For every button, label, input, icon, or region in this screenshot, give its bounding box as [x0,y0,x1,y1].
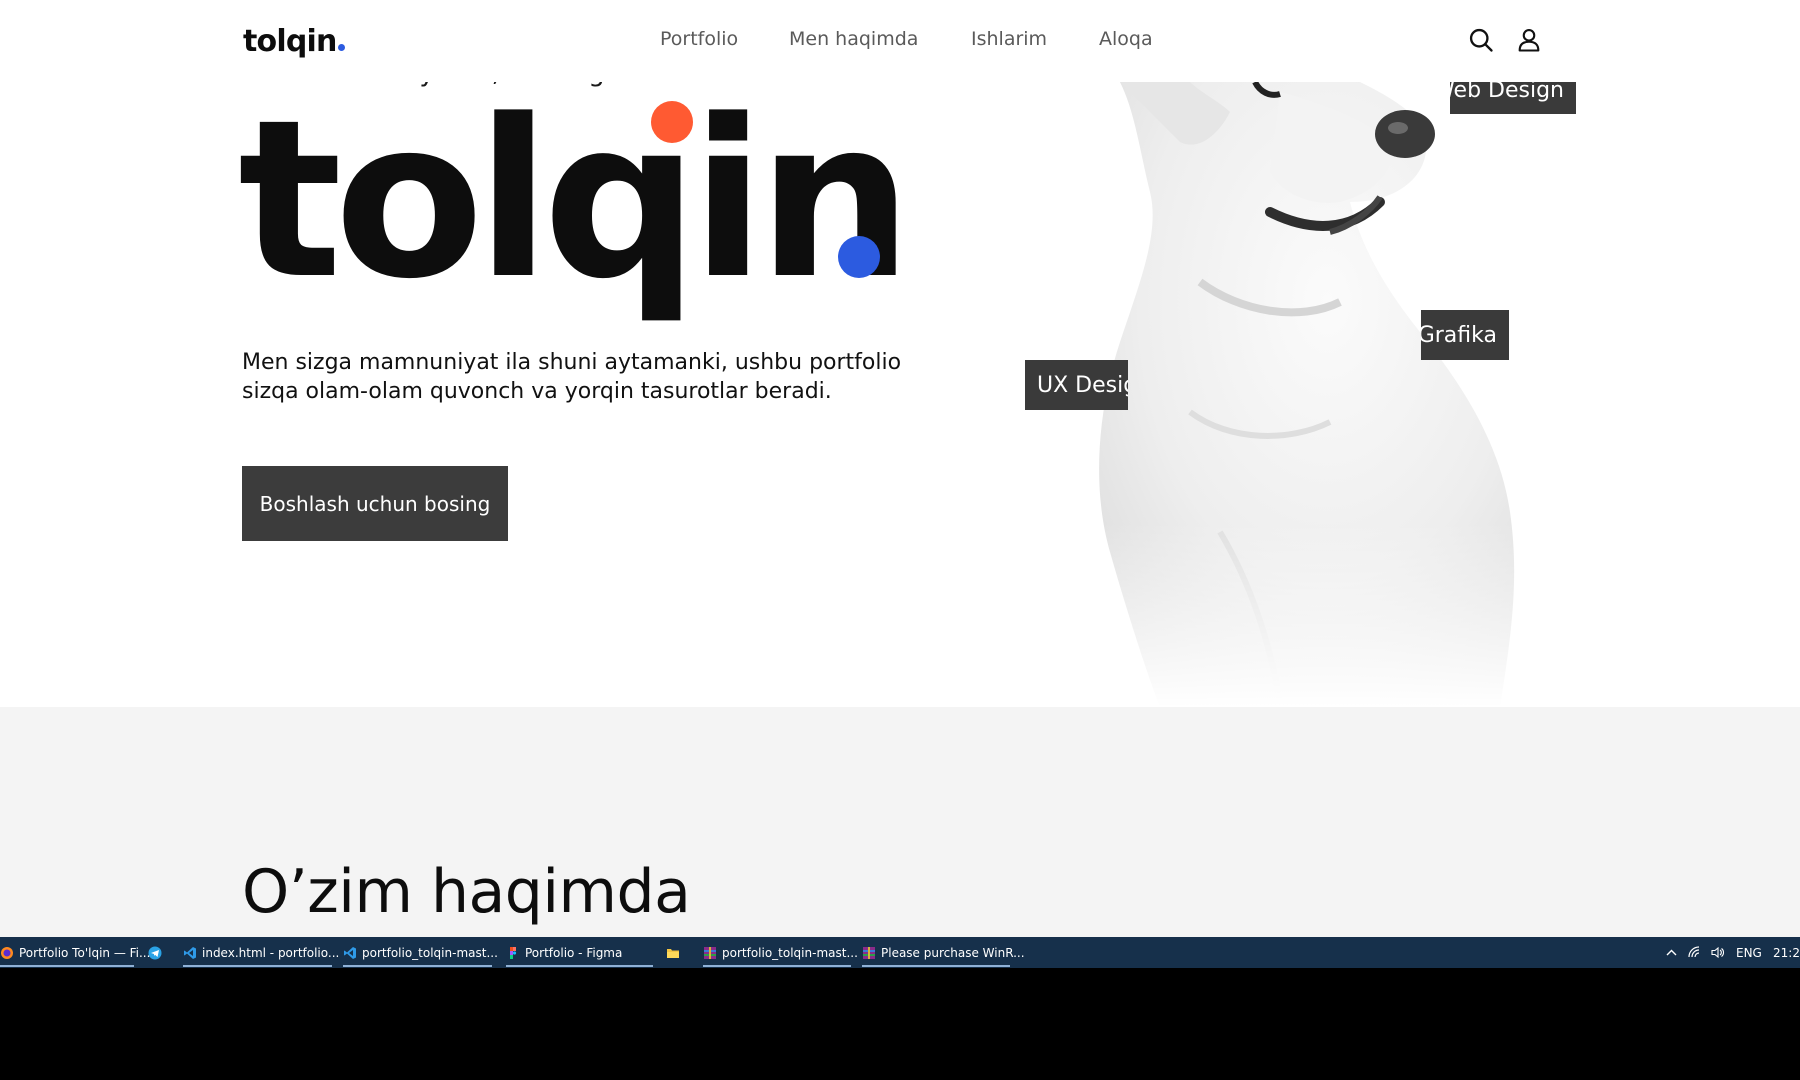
clock[interactable]: 21:24 [1773,937,1800,968]
taskbar-item-file-explorer[interactable] [666,937,686,968]
taskbar-item-label: index.html - portfolio... [202,945,340,960]
taskbar-item-vscode-1[interactable]: index.html - portfolio... [183,937,339,968]
taskbar-item-label: Please purchase WinR... [881,945,1025,960]
winrar-icon [862,946,876,960]
dog-image [1080,82,1540,707]
volume-icon[interactable] [1710,945,1725,960]
active-indicator [862,965,1010,967]
active-indicator [506,965,653,967]
browser-page: Assalomu Aleykum, Mening ismim tolqin Me… [0,0,1800,937]
taskbar-item-telegram[interactable] [148,937,166,968]
tag-grafika: Grafika [1421,310,1509,360]
tag-ux-design: UX Design [1025,360,1128,410]
taskbar-item-label: portfolio_tolqin-mast... [362,945,498,960]
nav-portfolio[interactable]: Portfolio [660,28,738,50]
screen: Assalomu Aleykum, Mening ismim tolqin Me… [0,0,1800,1080]
taskbar-item-winrar-1[interactable]: portfolio_tolqin-mast... [703,937,858,968]
figma-icon [506,946,520,960]
hero-description: Men sizga mamnuniyat ila shuni aytamanki… [242,348,902,406]
vscode-icon [183,946,197,960]
taskbar-item-figma[interactable]: Portfolio - Figma [506,937,653,968]
nav-men-haqimda[interactable]: Men haqimda [789,28,918,50]
taskbar-item-winrar-2[interactable]: Please purchase WinR... [862,937,1025,968]
firefox-icon [0,946,14,960]
vscode-icon [343,946,357,960]
windows-taskbar: Portfolio To'lqin — Fi... index.html - p… [0,937,1800,968]
chevron-up-icon[interactable] [1664,945,1679,960]
active-indicator [703,965,851,967]
brand-text: tolqin [243,24,337,59]
active-indicator [183,965,332,967]
active-indicator [343,965,492,967]
hero-description-line-2: sizqa olam-olam quvonch va yorqin tasuro… [242,379,832,404]
taskbar-item-firefox[interactable]: Portfolio To'lqin — Fi... [0,937,150,968]
hero-logo-text: tolqin [238,74,913,327]
taskbar-item-vscode-2[interactable]: portfolio_tolqin-mast... [343,937,498,968]
language-indicator[interactable]: ENG [1736,937,1762,968]
logo-blue-dot [838,236,880,278]
user-icon[interactable] [1515,26,1543,54]
black-area [0,968,1800,1080]
about-title: O’zim haqimda [242,857,691,927]
logo-red-dot [651,101,693,143]
brand-logo[interactable]: tolqin [243,24,345,59]
start-button[interactable]: Boshlash uchun bosing [242,466,508,541]
network-icon[interactable] [1687,945,1702,960]
telegram-icon [148,946,162,960]
taskbar-item-label: Portfolio To'lqin — Fi... [19,945,151,960]
nav-aloqa[interactable]: Aloqa [1099,28,1153,50]
about-section: O’zim haqimda [0,707,1800,937]
site-header: tolqin Portfolio Men haqimda Ishlarim Al… [0,0,1800,82]
winrar-icon [703,946,717,960]
nav-ishlarim[interactable]: Ishlarim [971,28,1047,50]
folder-icon [666,946,680,960]
hero-description-line-1: Men sizga mamnuniyat ila shuni aytamanki… [242,350,902,375]
active-indicator [0,965,134,967]
brand-dot [337,44,345,51]
search-icon[interactable] [1467,26,1495,54]
taskbar-item-label: Portfolio - Figma [525,945,623,960]
taskbar-item-label: portfolio_tolqin-mast... [722,945,858,960]
